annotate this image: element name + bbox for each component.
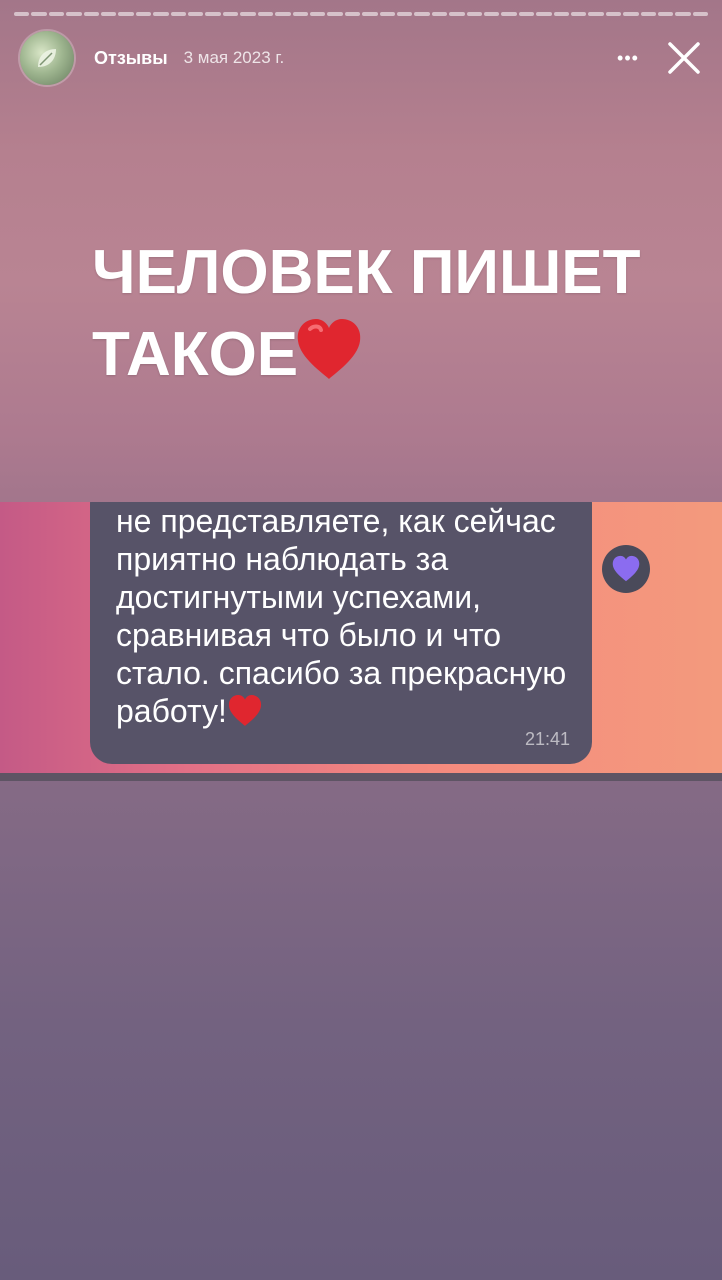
message-bubble: не представляете, как сейчас приятно наб… — [90, 502, 592, 764]
progress-segment — [623, 12, 639, 16]
purple-heart-icon — [612, 555, 640, 582]
progress-segment — [379, 12, 395, 16]
more-options-button[interactable]: ••• — [606, 36, 650, 80]
progress-segment — [483, 12, 500, 16]
progress-segment — [518, 12, 535, 16]
progress-segment — [31, 12, 47, 16]
story-header: Отзывы 3 мая 2023 г. ••• — [20, 30, 708, 86]
progress-segment — [83, 12, 100, 16]
message-body: не представляете, как сейчас приятно наб… — [116, 503, 567, 729]
progress-segment — [640, 12, 657, 16]
progress-segment — [14, 12, 30, 16]
progress-segment — [658, 12, 674, 16]
progress-segment — [292, 12, 308, 16]
progress-segment — [431, 12, 448, 16]
progress-segment — [692, 12, 709, 16]
progress-segment — [135, 12, 152, 16]
progress-segment — [414, 12, 430, 16]
progress-segment — [48, 12, 65, 16]
progress-segment — [170, 12, 187, 16]
close-button[interactable] — [660, 34, 708, 82]
progress-segment — [362, 12, 378, 16]
progress-segment — [188, 12, 204, 16]
avatar[interactable] — [20, 31, 74, 85]
progress-segment — [240, 12, 256, 16]
story-headline: ЧЕЛОВЕК ПИШЕТ ТАКОЕ — [92, 232, 692, 404]
progress-segment — [153, 12, 169, 16]
leaf-icon — [38, 49, 56, 67]
progress-segment — [396, 12, 413, 16]
red-heart-icon — [294, 317, 364, 404]
progress-segment — [501, 12, 517, 16]
progress-segment — [605, 12, 622, 16]
progress-segment — [588, 12, 604, 16]
account-name[interactable]: Отзывы — [94, 48, 168, 69]
headline-line-1: ЧЕЛОВЕК ПИШЕТ — [92, 238, 641, 307]
progress-segment — [449, 12, 465, 16]
progress-segment — [118, 12, 134, 16]
progress-segment — [101, 12, 117, 16]
progress-segment — [66, 12, 82, 16]
progress-segment — [536, 12, 552, 16]
progress-segment — [466, 12, 482, 16]
close-icon — [668, 42, 700, 74]
message-time: 21:41 — [524, 729, 570, 749]
progress-segment — [344, 12, 361, 16]
screenshot-border — [0, 773, 722, 781]
progress-segment — [257, 12, 274, 16]
message-text: не представляете, как сейчас приятно наб… — [116, 502, 586, 736]
more-icon: ••• — [617, 47, 639, 68]
progress-segment — [327, 12, 343, 16]
progress-segment — [275, 12, 291, 16]
progress-segment — [675, 12, 691, 16]
progress-segment — [309, 12, 326, 16]
chat-screenshot: не представляете, как сейчас приятно наб… — [0, 502, 722, 774]
headline-word: ТАКОЕ — [92, 320, 299, 389]
progress-segment — [205, 12, 221, 16]
story-progress-bar — [14, 12, 709, 16]
message-reaction[interactable] — [602, 545, 650, 593]
headline-line-2: ТАКОЕ — [92, 314, 692, 404]
story-date: 3 мая 2023 г. — [183, 48, 285, 67]
progress-segment — [571, 12, 587, 16]
red-heart-icon — [227, 694, 263, 736]
progress-segment — [553, 12, 569, 16]
progress-segment — [222, 12, 239, 16]
